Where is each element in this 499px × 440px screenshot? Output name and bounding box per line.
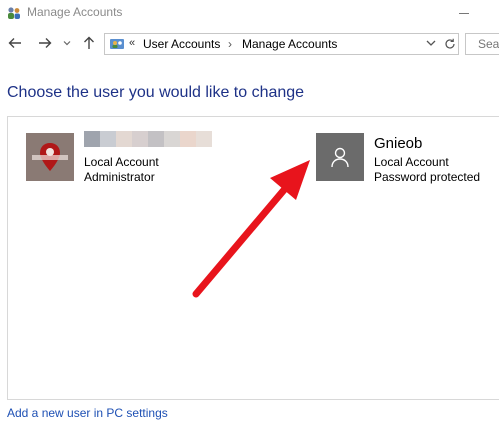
users-group-icon [8, 7, 20, 19]
breadcrumb-user-accounts[interactable]: User Accounts [143, 37, 220, 51]
account-tile-gnieob[interactable]: Gnieob Local Account Password protected [316, 133, 496, 184]
avatar [26, 133, 74, 181]
breadcrumb-overflow[interactable]: « [129, 37, 135, 49]
account-type: Local Account [374, 155, 449, 169]
address-bar[interactable]: « User Accounts › Manage Accounts [104, 33, 442, 55]
up-arrow-icon[interactable] [80, 34, 98, 52]
page-heading: Choose the user you would like to change [7, 84, 305, 101]
add-new-user-link[interactable]: Add a new user in PC settings [7, 406, 168, 420]
search-placeholder: Sear [478, 37, 499, 51]
window-title: Manage Accounts [27, 5, 123, 19]
refresh-button[interactable] [441, 33, 459, 55]
minimize-icon[interactable] [459, 13, 469, 14]
back-arrow-icon[interactable] [6, 34, 24, 52]
account-status: Password protected [374, 170, 481, 184]
account-type: Local Account [84, 155, 159, 169]
navigation-bar: « User Accounts › Manage Accounts Sear [0, 30, 499, 58]
address-dropdown-icon[interactable] [426, 39, 436, 47]
control-panel-icon [110, 39, 124, 49]
account-name: Gnieob [374, 135, 423, 152]
account-tile-administrator[interactable]: Local Account Administrator [26, 131, 226, 184]
forward-arrow-icon[interactable] [36, 34, 54, 52]
title-bar: Manage Accounts [0, 0, 499, 28]
refresh-icon [444, 38, 455, 49]
breadcrumb-separator[interactable]: › [228, 37, 232, 51]
search-input[interactable]: Sear [465, 33, 499, 55]
account-status: Administrator [84, 170, 155, 184]
recent-locations-chevron-icon[interactable] [61, 34, 73, 52]
hidden-username [84, 131, 212, 147]
breadcrumb-manage-accounts[interactable]: Manage Accounts [242, 37, 337, 51]
default-user-icon [316, 133, 364, 181]
